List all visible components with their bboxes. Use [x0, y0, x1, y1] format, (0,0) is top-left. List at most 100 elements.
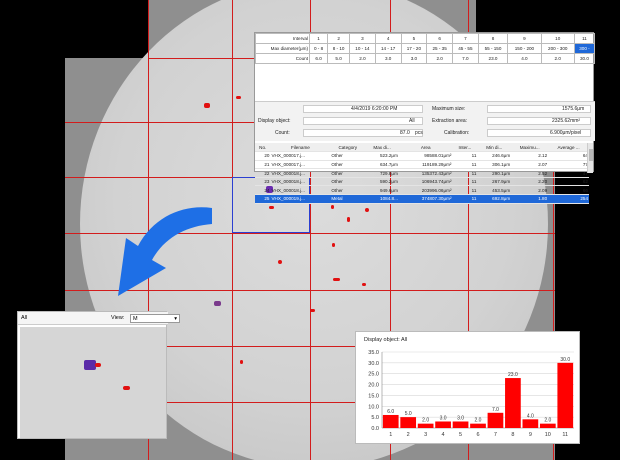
count-header: Count	[255, 53, 310, 64]
table-cell: 949.6μm	[365, 185, 399, 196]
bar-data-label: 6.0	[387, 409, 394, 415]
particle[interactable]	[240, 360, 243, 364]
interval-cell[interactable]: 8	[477, 33, 509, 44]
table-cell: 729.8μm	[365, 168, 399, 178]
table-row[interactable]: 20 VHX_000017.j... Other 523.2μm 98588.01μm²…	[255, 151, 589, 161]
x-tick-label: 8	[511, 432, 514, 438]
interval-table: Interval 1 2 3 4 5 6 7 8 9 10 11 Max dia…	[255, 33, 596, 64]
view-select[interactable]: M ▾	[130, 314, 180, 323]
histogram-bar[interactable]	[470, 423, 486, 428]
table-cell: 25	[255, 194, 271, 204]
bar-data-label: 5.0	[405, 411, 412, 417]
interval-cell[interactable]: 9	[507, 33, 542, 44]
interval-cell[interactable]: 2	[327, 33, 351, 44]
column-header[interactable]: No.	[255, 143, 271, 153]
bar-data-label: 23.0	[508, 372, 518, 378]
interval-cell[interactable]: 5	[400, 33, 428, 44]
analysis-panel: Interval 1 2 3 4 5 6 7 8 9 10 11 Max dia…	[254, 32, 596, 204]
particle[interactable]	[269, 206, 274, 209]
column-header[interactable]: Maximu...	[511, 143, 549, 153]
table-cell: VHX_000018.j...	[270, 177, 331, 187]
x-tick-label: 2	[407, 432, 410, 438]
interval-cell[interactable]: 11	[573, 33, 596, 44]
diameter-cell[interactable]: 10 - 14	[349, 43, 376, 54]
interval-cell[interactable]: 3	[349, 33, 376, 44]
particle[interactable]	[204, 103, 210, 108]
count-cell: 3.0	[374, 53, 402, 64]
summary-row-date: 4/4/2019 6:20:00 PM Maximum size: 1575.6…	[255, 104, 595, 114]
histogram-bar[interactable]	[435, 421, 451, 428]
diameter-cell[interactable]: 0 - 8	[308, 43, 329, 54]
diameter-cell[interactable]: 17 - 20	[400, 43, 428, 54]
histogram-bar[interactable]	[505, 378, 521, 428]
particle[interactable]	[362, 283, 366, 286]
diameter-cell[interactable]: 45 - 55	[452, 43, 479, 54]
diameter-cell[interactable]: 14 - 17	[374, 43, 402, 54]
histogram-bar[interactable]	[557, 362, 574, 428]
histogram-bar[interactable]	[522, 419, 539, 428]
histogram-bar[interactable]	[400, 417, 417, 428]
histogram-panel: Display object: All 0.0 5.0 10.0 15.0 20.0 25…	[355, 331, 580, 444]
histogram-bar[interactable]	[417, 423, 434, 428]
column-header[interactable]: Area	[398, 143, 453, 153]
interval-cell[interactable]: 7	[452, 33, 479, 44]
diameter-cell-selected[interactable]: 300 -	[573, 43, 596, 54]
display-object-box[interactable]	[303, 117, 423, 125]
column-header[interactable]: Category	[330, 143, 366, 153]
table-row[interactable]: 24 VHX_000018.j... Other 949.6μm 203996.06μm…	[255, 185, 589, 196]
column-header[interactable]: Min di...	[477, 143, 512, 153]
interval-cell[interactable]: 6	[426, 33, 453, 44]
column-header[interactable]: Filename	[270, 143, 331, 153]
particle[interactable]	[310, 309, 315, 312]
histogram-bar[interactable]	[452, 421, 469, 428]
diameter-cell[interactable]: 150 - 200	[507, 43, 542, 54]
histogram-bar[interactable]	[487, 412, 504, 428]
table-cell: 22	[255, 168, 271, 178]
diameter-cell[interactable]: 200 - 300	[540, 43, 575, 54]
interval-cell[interactable]: 1	[308, 33, 329, 44]
table-cell: 2.20	[511, 177, 549, 187]
particle[interactable]	[333, 278, 340, 281]
column-header[interactable]: Inter...	[452, 143, 478, 153]
column-header[interactable]: Average ...	[548, 143, 589, 153]
particle[interactable]	[123, 386, 130, 390]
particle[interactable]	[332, 243, 335, 247]
scrollbar-thumb[interactable]	[589, 149, 593, 161]
y-tick-label: 25.0	[368, 372, 379, 378]
table-cell: 2.12	[511, 151, 549, 161]
x-tick-label: 10	[545, 432, 551, 438]
interval-cell[interactable]: 10	[540, 33, 575, 44]
diameter-cell[interactable]: 8 - 10	[327, 43, 351, 54]
table-row[interactable]: 23 VHX_000018.j... Other 590.2μm 106943.74μm…	[255, 177, 589, 187]
interval-header: Interval	[255, 33, 310, 44]
particle[interactable]	[95, 363, 101, 367]
display-object-value[interactable]: All	[409, 118, 415, 124]
x-tick-label: 4	[442, 432, 445, 438]
bar-data-label: 2.0	[544, 418, 551, 424]
thumbnail-image[interactable]	[20, 327, 166, 438]
table-row-selected[interactable]: 25 VHX_000019.j... Metal 1084.8... 374807.30…	[255, 194, 589, 204]
histogram-bar[interactable]	[382, 414, 399, 428]
table-cell: Other	[330, 185, 366, 196]
thumbnail-viewer: All View: M ▾	[17, 311, 180, 439]
table-cell: 66	[548, 185, 589, 196]
table-row[interactable]: 21 VHX_000017.j... Other 634.7μm 119189.29μm…	[255, 160, 589, 170]
particle[interactable]	[347, 217, 350, 222]
diameter-cell[interactable]: 55 - 150	[477, 43, 509, 54]
table-cell: Metal	[330, 194, 366, 204]
particle[interactable]	[331, 205, 334, 209]
table-row[interactable]: 22 VHX_000018.j... Other 729.8μm 135372.43μm…	[255, 168, 589, 178]
table-cell: VHX_000017.j...	[270, 151, 331, 161]
table-cell: 692.8μm	[477, 194, 512, 204]
diameter-cell[interactable]: 25 - 35	[426, 43, 453, 54]
particle[interactable]	[365, 208, 369, 212]
table-scrollbar[interactable]	[587, 143, 593, 173]
particle[interactable]	[278, 260, 282, 264]
particle[interactable]	[236, 96, 241, 99]
summary-row-count: Count: 87.0 pcs Calibration: 6.900μm/pix…	[255, 128, 595, 138]
histogram-bar[interactable]	[539, 423, 556, 428]
table-cell: 634.7μm	[365, 160, 399, 170]
table-cell: 98588.01μm²	[398, 151, 453, 161]
interval-cell[interactable]: 4	[374, 33, 402, 44]
column-header[interactable]: Max di...	[365, 143, 399, 153]
